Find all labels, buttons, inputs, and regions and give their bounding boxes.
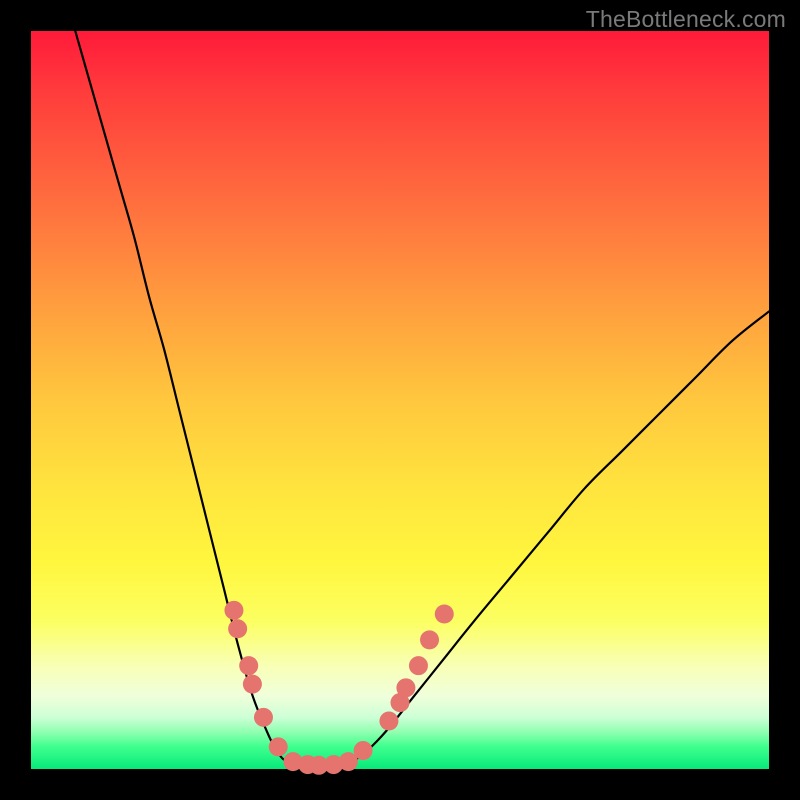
data-marker: [379, 712, 398, 731]
curve-left: [75, 31, 289, 763]
data-marker: [396, 678, 415, 697]
data-marker: [269, 737, 288, 756]
data-marker: [409, 656, 428, 675]
data-marker: [224, 601, 243, 620]
data-marker: [239, 656, 258, 675]
watermark-text: TheBottleneck.com: [586, 6, 786, 33]
chart-svg: [31, 31, 769, 769]
chart-frame: TheBottleneck.com: [0, 0, 800, 800]
data-marker: [420, 630, 439, 649]
data-marker: [435, 605, 454, 624]
data-marker: [354, 741, 373, 760]
data-marker: [228, 619, 247, 638]
data-marker: [243, 675, 262, 694]
data-marker: [254, 708, 273, 727]
